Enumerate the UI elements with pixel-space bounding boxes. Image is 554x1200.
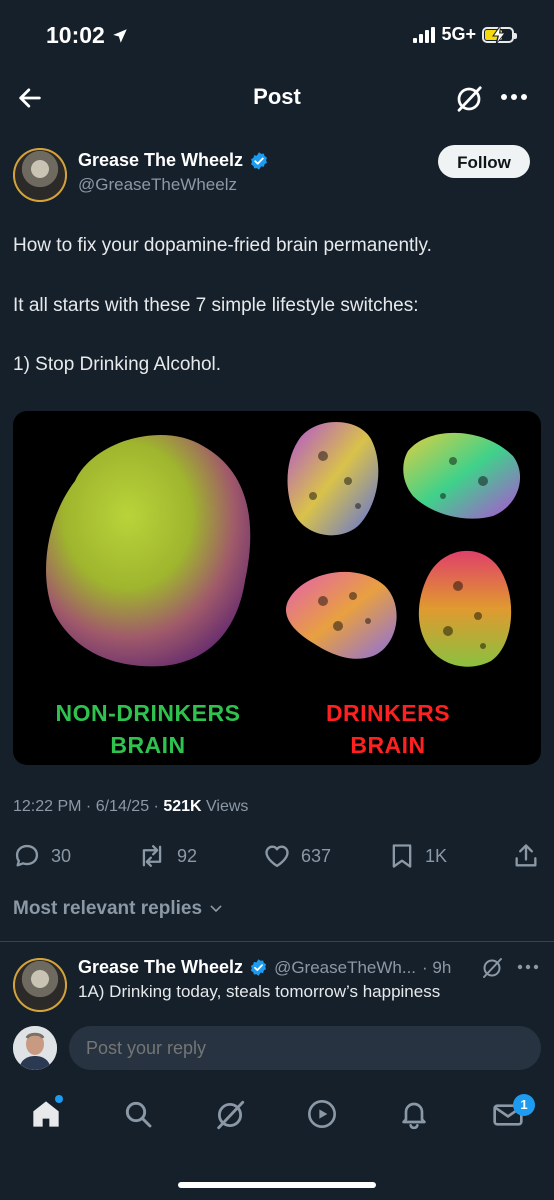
user-avatar[interactable] — [13, 1026, 57, 1070]
chevron-down-icon — [210, 905, 222, 912]
reply-text: 1A) Drinking today, steals tomorrow’s ha… — [78, 982, 441, 1001]
home-indicator — [178, 1182, 376, 1188]
post-text-line: How to fix your dopamine-fried brain per… — [13, 235, 432, 256]
post-text-line: It all starts with these 7 simple lifest… — [13, 295, 419, 316]
tab-grok[interactable] — [213, 1098, 247, 1132]
status-time-text: 10:02 — [46, 22, 105, 48]
post-meta: 12:22 PM · 6/14/25 · 521K Views — [13, 798, 249, 815]
verified-badge-icon — [251, 959, 267, 976]
follow-button[interactable]: Follow — [438, 145, 530, 178]
more-icon — [501, 94, 527, 100]
grok-button[interactable] — [454, 84, 484, 114]
reply-avatar[interactable] — [13, 958, 67, 1012]
battery-icon — [482, 25, 517, 44]
author-handle[interactable]: @GreaseTheWheelz — [78, 175, 237, 195]
grok-icon — [217, 1100, 245, 1130]
divider — [0, 941, 554, 942]
views-count: 521K — [163, 798, 202, 815]
replies-header-label: Most relevant replies — [13, 898, 203, 919]
grok-icon — [457, 86, 482, 112]
reply-author[interactable]: Grease The Wheelz @GreaseTheWh... · 9h — [78, 957, 451, 978]
reply-icon — [15, 844, 39, 867]
drinker-brain-4 — [418, 550, 512, 667]
bookmark-action[interactable]: 1K — [389, 842, 447, 870]
repost-count: 92 — [177, 845, 198, 866]
network-label: 5G+ — [441, 24, 476, 44]
more-button[interactable] — [500, 92, 528, 102]
search-icon — [125, 1101, 152, 1128]
caption-right-line1: DRINKERS — [325, 700, 451, 726]
status-bar-right: 5G+ — [413, 24, 517, 45]
reply-action[interactable]: 30 — [13, 842, 71, 870]
signal-icon — [413, 26, 436, 43]
caption-left-line1: NON-DRINKERS — [55, 700, 241, 726]
verified-badge-icon — [251, 151, 267, 170]
post-date: 6/14/25 — [95, 798, 150, 815]
like-icon — [265, 845, 289, 868]
author-name[interactable]: Grease The Wheelz — [78, 150, 269, 171]
reply-more-button[interactable] — [517, 963, 539, 971]
reply-author-name: Grease The Wheelz — [78, 957, 244, 977]
reply-grok-button[interactable] — [480, 956, 504, 980]
bookmark-count: 1K — [425, 845, 448, 866]
share-icon — [515, 844, 537, 867]
video-icon — [308, 1100, 336, 1128]
like-count: 637 — [301, 845, 332, 866]
messages-badge: 1 — [513, 1094, 535, 1116]
non-drinker-brain — [46, 434, 251, 667]
drinker-brain-2 — [403, 432, 521, 519]
reply-author-handle: @GreaseTheWh... — [274, 957, 417, 977]
tab-search[interactable] — [122, 1098, 154, 1130]
status-bar-time: 10:02 — [46, 22, 129, 49]
caption-left-line2: BRAIN — [110, 732, 186, 758]
share-button[interactable] — [512, 842, 540, 870]
caption-right-line2: BRAIN — [350, 732, 426, 758]
views-label: Views — [206, 798, 249, 815]
repost-action[interactable]: 92 — [137, 842, 197, 870]
grok-icon — [483, 958, 502, 978]
post-image[interactable]: NON-DRINKERS BRAIN DRINKERS BRAIN — [13, 411, 541, 765]
reply-input[interactable] — [69, 1026, 541, 1070]
like-action[interactable]: 637 — [263, 842, 331, 870]
reply-time: · 9h — [422, 957, 452, 977]
replies-sort-toggle[interactable]: Most relevant replies — [13, 898, 224, 920]
drinker-brain-1 — [287, 421, 379, 536]
reply-count: 30 — [51, 845, 72, 866]
author-name-text: Grease The Wheelz — [78, 150, 244, 170]
location-arrow-icon — [113, 28, 127, 43]
more-icon — [517, 964, 539, 970]
tab-notifications[interactable] — [398, 1098, 430, 1130]
drinker-brain-3 — [285, 571, 397, 659]
repost-icon — [142, 845, 162, 867]
user-avatar-photo — [13, 1026, 57, 1070]
author-avatar[interactable] — [13, 148, 67, 202]
tab-video[interactable] — [306, 1098, 338, 1130]
bookmark-icon — [392, 844, 412, 868]
post-time: 12:22 PM — [13, 798, 82, 815]
post-text-line: 1) Stop Drinking Alcohol. — [13, 354, 222, 375]
bell-icon — [402, 1102, 426, 1130]
home-notification-dot — [55, 1095, 63, 1103]
